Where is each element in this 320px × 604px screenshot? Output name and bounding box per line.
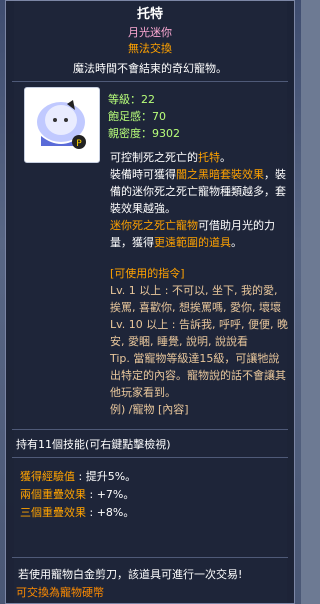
pet-level: 等級：22 <box>108 93 155 106</box>
pet-description: 可控制死之死亡的托特。 裝備時可獲得闇之黑暗套裝效果，裝備的迷你死之死亡寵物種類… <box>110 149 290 251</box>
command-example: 例) /寵物 [內容] <box>110 403 189 416</box>
command-tip: Tip. 當寵物等級達15級，可讓牠說出特定的內容。寵物說的話不會讓其他玩家看到… <box>110 352 286 399</box>
skill-value: : +7%。 <box>86 488 135 501</box>
skill-name: 獲得經驗值 <box>20 470 75 483</box>
pet-closeness: 親密度：9302 <box>108 127 180 140</box>
divider <box>12 81 288 82</box>
skill-set2: 兩個重疊效果 : +7%。 <box>20 487 134 502</box>
svg-text:P: P <box>76 139 82 149</box>
divider <box>12 457 288 458</box>
skills-header: 持有11個技能(可右鍵點擊檢視) <box>16 438 171 451</box>
command-list: [可使用的指令] Lv. 1 以上 : 不可以, 坐下, 我的愛, 挨罵, 喜歡… <box>110 265 290 418</box>
desc-line3-a: 迷你死之死亡寵物 <box>110 219 198 232</box>
coin-exchange-note: 可交換為寵物硬幣 <box>16 586 104 599</box>
skill-name: 兩個重疊效果 <box>20 488 86 501</box>
desc-line1-c: 。 <box>220 151 231 164</box>
skill-set3: 三個重疊效果 : +8%。 <box>20 505 134 520</box>
desc-line1-b: 托特 <box>198 151 220 164</box>
divider <box>12 557 288 558</box>
skill-value: : 提升5%。 <box>75 470 137 483</box>
pet-icon-frame: P <box>24 87 100 163</box>
command-lv1: Lv. 1 以上 : 不可以, 坐下, 我的愛, 挨罵, 喜歡你, 想挨罵嗎, … <box>110 284 281 314</box>
divider <box>12 429 288 430</box>
desc-line3-d: 。 <box>231 236 242 249</box>
desc-line3-c: 更遠範圍的道具 <box>154 236 231 249</box>
pet-stats: 等級：22 飽足感：70 親密度：9302 <box>108 91 180 142</box>
scissors-note: 若使用寵物白金剪刀，該道具可進行一次交易! <box>18 568 243 581</box>
item-description: 魔法時間不會結束的奇幻寵物。 <box>73 62 227 75</box>
desc-line2-a: 裝備時可獲得 <box>110 168 176 181</box>
command-lv10: Lv. 10 以上 : 告訴我, 呼呼, 便便, 晚安, 愛睏, 睡覺, 說明,… <box>110 318 288 348</box>
desc-line1-a: 可控制死之死亡的 <box>110 151 198 164</box>
untradeable-label: 無法交換 <box>128 42 172 55</box>
skill-value: : +8%。 <box>86 506 135 519</box>
item-title: 托特 <box>136 7 163 22</box>
pet-sprite-icon: P <box>37 100 86 149</box>
item-tooltip: 托特 月光迷你 無法交換 魔法時間不會結束的奇幻寵物。 P 等級：22 飽足感：… <box>5 0 295 604</box>
desc-line2-b: 闇之黑暗套裝效果 <box>176 168 264 181</box>
pet-fullness: 飽足感：70 <box>108 110 166 123</box>
item-subtitle: 月光迷你 <box>128 26 172 39</box>
skill-name: 三個重疊效果 <box>20 506 86 519</box>
skill-exp: 獲得經驗值 : 提升5%。 <box>20 469 136 484</box>
command-header: [可使用的指令] <box>110 267 185 280</box>
